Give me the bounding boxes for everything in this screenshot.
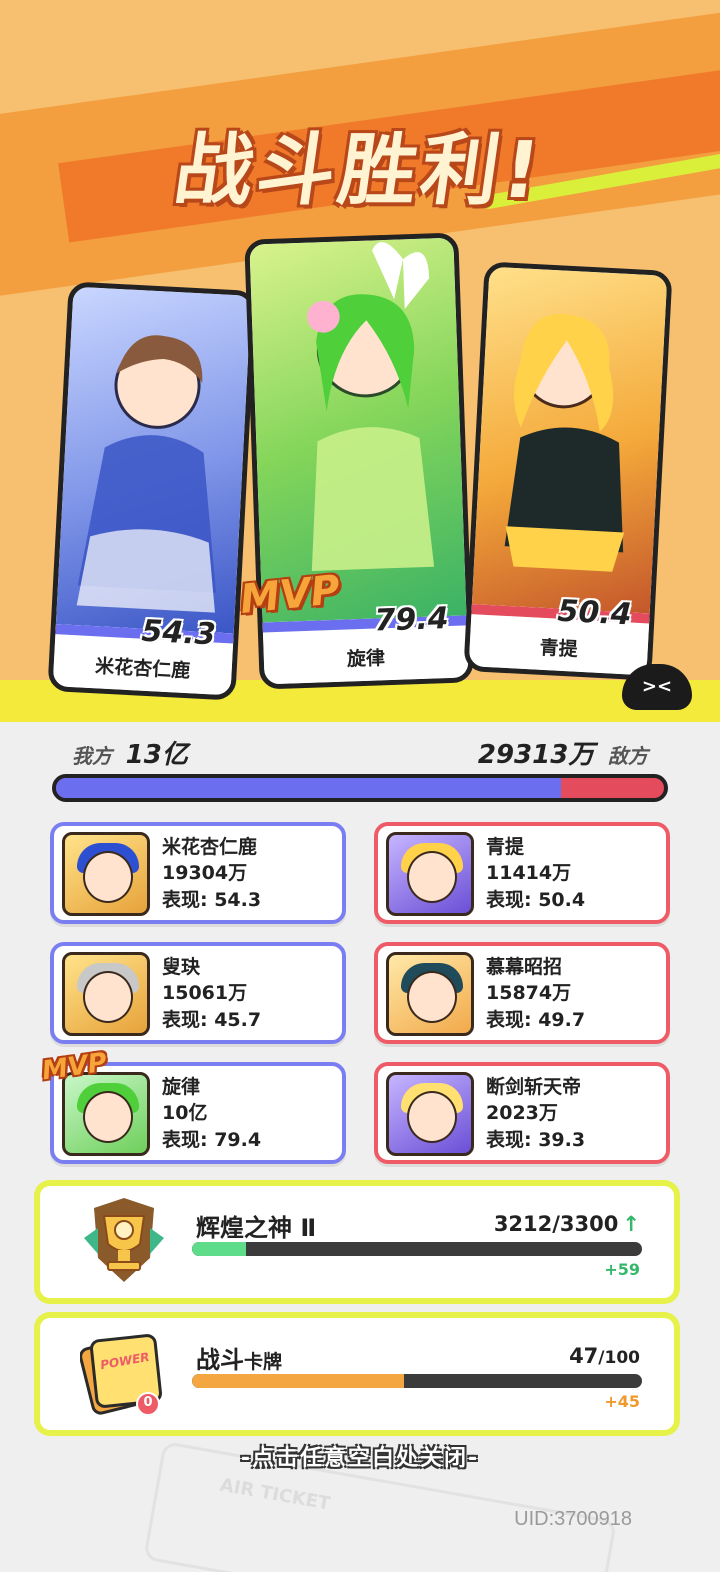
victory-title: 战斗胜利! [168,126,550,216]
rank-progress-panel: 辉煌之神 Ⅱ 3212/3300 ↑ +59 [40,1186,674,1298]
rank-title: 辉煌之神 Ⅱ [196,1214,317,1242]
ally-player-card[interactable]: MVP 旋律 10亿 表现: 79.4 [40,1048,346,1164]
player-damage: 15874万 [486,982,572,1004]
enemy-label: 敌方 [608,744,648,768]
hero-card-3[interactable]: 50.4 青提 [463,261,673,681]
hero-portrait [249,237,467,623]
player-avatar [62,952,150,1036]
team-totals: 我方 13亿 29313万 敌方 [66,734,654,770]
hero-portrait [471,266,668,614]
player-name: 青提 [486,836,525,858]
player-avatar [386,1072,474,1156]
ally-damage-fill [56,778,561,798]
player-avatar [62,1072,150,1156]
ally-player-card[interactable]: 米花杏仁鹿 19304万 表现: 54.3 [50,822,346,924]
hero-card-2[interactable]: 79.4 旋律 [244,232,474,690]
enemy-player-card[interactable]: 慕幕昭招 15874万 表现: 49.7 [374,942,670,1044]
card-title-small: 卡牌 [244,1351,283,1373]
enemy-total-value: 29313万 [477,740,595,770]
player-performance: 表现: 45.7 [162,1009,262,1031]
ally-total-value: 13亿 [125,740,188,770]
avatar-face [407,1091,457,1143]
player-name: 旋律 [162,1076,201,1098]
card-progress-bar [192,1374,642,1388]
player-performance: 表现: 50.4 [486,889,586,911]
avatar-face [83,1091,133,1143]
card-title-main: 战斗 [196,1346,244,1374]
enemy-player-card[interactable]: 青提 11414万 表现: 50.4 [374,822,670,924]
power-card-icon: POWER 0 [79,1330,168,1418]
enemy-total: 29313万 敌方 [478,734,654,771]
user-id: UID:3700918 [514,1508,632,1530]
arrow-up-icon: ↑ [622,1212,640,1236]
avatar-face [407,851,457,903]
card-progress-fill [192,1374,404,1388]
player-performance: 表现: 49.7 [486,1009,586,1031]
player-performance: 表现: 39.3 [486,1129,586,1151]
card-count-max: /100 [598,1348,640,1368]
player-name: 断剑斩天帝 [486,1076,582,1098]
hero-score: 79.4 [373,600,450,639]
player-name: 叟玦 [162,956,201,978]
card-title: 战斗卡牌 [196,1340,282,1375]
card-count-value: 47 [569,1344,599,1368]
hero-card-1[interactable]: 54.3 米花杏仁鹿 [47,281,257,701]
player-damage: 2023万 [486,1102,558,1124]
avatar-face [83,851,133,903]
player-damage: 15061万 [162,982,248,1004]
avatar-face [407,971,457,1023]
player-performance: 表现: 54.3 [162,889,262,911]
rank-gain: +59 [604,1260,640,1279]
player-damage: 11414万 [486,862,572,884]
player-name: 慕幕昭招 [486,956,563,978]
hero-portrait [55,286,252,634]
rank-points: 3212/3300 ↑ [494,1212,640,1236]
avatar-face [83,971,133,1023]
player-avatar [62,832,150,916]
card-count: 47/100 [569,1344,640,1368]
player-damage: 10亿 [162,1102,208,1124]
team-damage-bar [52,774,668,802]
player-damage: 19304万 [162,862,248,884]
close-hint[interactable]: -点击任意空白处关闭- [0,1440,720,1472]
hero-score: 50.4 [556,593,633,633]
player-avatar [386,952,474,1036]
card-count-badge: 0 [143,1395,153,1410]
hero-score: 54.3 [140,613,217,653]
trophy-icon [84,1198,164,1282]
rank-points-value: 3212/3300 [493,1212,619,1236]
enemy-player-card[interactable]: 断剑斩天帝 2023万 表现: 39.3 [374,1062,670,1164]
rank-progress-fill [192,1242,246,1256]
ally-player-card[interactable]: 叟玦 15061万 表现: 45.7 [50,942,346,1044]
card-gain: +45 [604,1392,640,1411]
ally-label: 我方 [72,744,112,768]
player-avatar [386,832,474,916]
battle-card-panel: POWER 0 战斗卡牌 47/100 +45 [40,1318,674,1430]
rank-progress-bar [192,1242,642,1256]
player-name: 米花杏仁鹿 [162,836,258,858]
ally-total: 我方 13亿 [66,734,188,771]
player-performance: 表现: 79.4 [162,1129,262,1151]
